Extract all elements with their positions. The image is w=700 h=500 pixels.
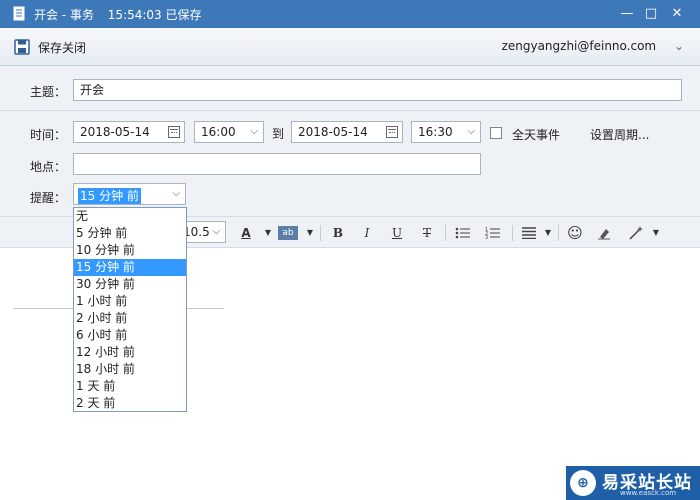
floppy-disk-icon bbox=[14, 39, 30, 55]
main-toolbar: 保存关闭 zengyangzhi@feinno.com ⌄ bbox=[0, 28, 700, 66]
reminder-dropdown-list: 无5 分钟 前 10 分钟 前 15 分钟 前 30 分钟 前1 小时 前2 小时 前… bbox=[73, 207, 187, 412]
clear-format-icon[interactable] bbox=[597, 226, 611, 240]
account-switcher[interactable]: zengyangzhi@feinno.com ⌄ bbox=[502, 39, 684, 53]
numbered-list-icon[interactable]: 1 2 3 bbox=[485, 226, 501, 240]
reminder-option[interactable]: 30 分钟 前 bbox=[74, 276, 186, 293]
reminder-option[interactable]: 12 小时 前 bbox=[74, 344, 186, 361]
chevron-down-icon: ⌵ bbox=[467, 126, 475, 137]
reminder-selected-value: 15 分钟 前 bbox=[78, 188, 141, 204]
toolbar-divider bbox=[512, 225, 513, 241]
bold-button[interactable]: B bbox=[328, 223, 348, 243]
chevron-down-icon: ⌄ bbox=[673, 39, 684, 53]
close-button[interactable]: ✕ bbox=[666, 6, 688, 22]
reminder-option[interactable]: 15 分钟 前 bbox=[74, 259, 186, 276]
end-time-select[interactable]: 16:30 ⌵ bbox=[411, 121, 481, 143]
calendar-icon[interactable] bbox=[386, 126, 398, 138]
save-close-label: 保存关闭 bbox=[38, 40, 87, 55]
subject-input[interactable]: 开会 bbox=[73, 79, 682, 101]
toolbar-divider bbox=[445, 225, 446, 241]
minimize-button[interactable]: — bbox=[616, 6, 638, 22]
reminder-option[interactable]: 2 天 前 bbox=[74, 395, 186, 412]
end-date-field[interactable]: 2018-05-14 bbox=[291, 121, 403, 143]
toolbar-divider bbox=[320, 225, 321, 241]
reminder-select[interactable]: 15 分钟 前 ⌵ bbox=[73, 183, 186, 205]
time-label: 时间： bbox=[30, 128, 67, 142]
chevron-down-icon: ⌵ bbox=[212, 226, 220, 237]
reminder-option[interactable]: 18 小时 前 bbox=[74, 361, 186, 378]
title-bar: 开会 - 事务 15:54:03 已保存 — □ ✕ bbox=[0, 0, 700, 28]
allday-label: 全天事件 bbox=[512, 128, 561, 142]
reminder-option[interactable]: 6 小时 前 bbox=[74, 327, 186, 344]
highlight-button[interactable]: ab bbox=[278, 226, 298, 240]
calendar-icon[interactable] bbox=[168, 126, 180, 138]
chevron-down-icon: ⌵ bbox=[250, 126, 258, 137]
document-icon bbox=[13, 6, 25, 21]
font-size-value: 10.5 bbox=[183, 225, 210, 239]
recurrence-link[interactable]: 设置周期... bbox=[590, 126, 649, 143]
emoji-icon[interactable]: ☺ bbox=[565, 223, 585, 243]
start-time-select[interactable]: 16:00 ⌵ bbox=[194, 121, 264, 143]
strikethrough-button[interactable]: T bbox=[417, 223, 437, 243]
wand-dropdown-icon[interactable]: ▼ bbox=[646, 223, 666, 243]
subject-label: 主题： bbox=[30, 85, 67, 99]
form-divider bbox=[0, 110, 700, 111]
end-date-value: 2018-05-14 bbox=[298, 125, 368, 139]
watermark-logo: ⊕ bbox=[570, 470, 596, 496]
reminder-option[interactable]: 1 小时 前 bbox=[74, 293, 186, 310]
location-input[interactable] bbox=[73, 153, 481, 175]
reminder-label: 提醒： bbox=[30, 191, 67, 205]
font-color-dropdown-icon[interactable]: ▼ bbox=[258, 223, 278, 243]
start-date-field[interactable]: 2018-05-14 bbox=[73, 121, 185, 143]
highlight-dropdown-icon[interactable]: ▼ bbox=[300, 223, 320, 243]
start-time-value: 16:00 bbox=[201, 125, 236, 139]
maximize-button[interactable]: □ bbox=[640, 6, 662, 22]
account-email: zengyangzhi@feinno.com bbox=[501, 39, 657, 53]
start-date-value: 2018-05-14 bbox=[80, 125, 150, 139]
underline-button[interactable]: U bbox=[387, 223, 407, 243]
saved-status: 15:54:03 已保存 bbox=[107, 8, 202, 22]
bulleted-list-icon[interactable] bbox=[455, 227, 471, 239]
italic-button[interactable]: I bbox=[357, 223, 377, 243]
watermark-url: www.easck.com bbox=[620, 489, 677, 497]
allday-checkbox[interactable] bbox=[490, 127, 502, 139]
to-label: 到 bbox=[272, 127, 285, 141]
svg-text:3: 3 bbox=[485, 235, 488, 240]
reminder-option[interactable]: 10 分钟 前 bbox=[74, 242, 186, 259]
chevron-down-icon: ⌵ bbox=[172, 188, 180, 199]
watermark: ⊕ 易采站长站 www.easck.com bbox=[566, 466, 700, 500]
window-title-text: 开会 - 事务 bbox=[34, 8, 94, 22]
reminder-option[interactable]: 5 分钟 前 bbox=[74, 225, 186, 242]
end-time-value: 16:30 bbox=[418, 125, 453, 139]
reminder-option[interactable]: 2 小时 前 bbox=[74, 310, 186, 327]
reminder-option[interactable]: 无 bbox=[74, 208, 186, 225]
location-label: 地点： bbox=[30, 160, 67, 174]
save-close-button[interactable]: 保存关闭 bbox=[14, 36, 86, 58]
magic-wand-icon[interactable] bbox=[628, 225, 644, 241]
window-title: 开会 - 事务 15:54:03 已保存 bbox=[34, 6, 202, 23]
align-dropdown-icon[interactable]: ▼ bbox=[538, 223, 558, 243]
toolbar-divider bbox=[558, 225, 559, 241]
font-color-button[interactable]: A bbox=[236, 223, 256, 243]
reminder-option[interactable]: 1 天 前 bbox=[74, 378, 186, 395]
align-icon[interactable] bbox=[522, 227, 536, 239]
